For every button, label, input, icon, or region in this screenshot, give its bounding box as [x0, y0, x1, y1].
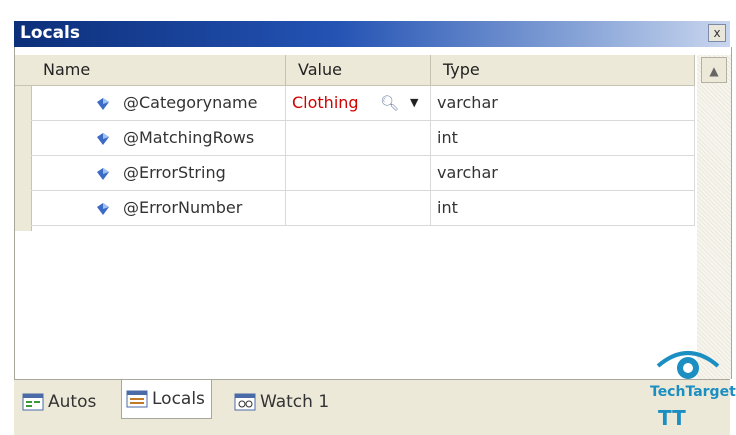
autos-window-icon [22, 393, 44, 411]
eye-logo-icon [656, 351, 720, 379]
tab-autos[interactable]: Autos [22, 386, 96, 418]
table-row[interactable]: @Categoryname Clothing 🔍︎ ▼ varchar [31, 86, 695, 121]
title-bar[interactable]: Locals x [14, 21, 730, 47]
cell-type: int [431, 121, 695, 155]
cell-type: varchar [431, 156, 695, 190]
watermark-brand: TechTarget [650, 384, 736, 400]
techtarget-watermark-logo: TechTarget TT [650, 344, 736, 434]
window-title: Locals [20, 23, 81, 43]
cell-value[interactable] [286, 191, 431, 225]
cell-name: @ErrorString [31, 156, 286, 190]
local-variable-icon [97, 203, 109, 215]
local-variable-icon [97, 168, 109, 180]
column-header-value[interactable]: Value [286, 55, 431, 85]
dropdown-arrow-icon[interactable]: ▼ [410, 86, 418, 120]
cell-value[interactable] [286, 121, 431, 155]
tab-watch-1[interactable]: Watch 1 [234, 386, 329, 418]
scroll-up-arrow-icon[interactable]: ▲ [701, 57, 727, 83]
local-variable-icon [97, 133, 109, 145]
locals-grid-panel: Name Value Type @Categoryname Clothing 🔍… [14, 47, 732, 379]
tool-window-tabs: Autos Locals Watch 1 [14, 379, 730, 435]
magnifier-visualizer-icon[interactable]: 🔍︎ [380, 86, 399, 120]
cell-type: varchar [431, 86, 695, 120]
table-row[interactable]: @ErrorString varchar [31, 156, 695, 191]
locals-window-icon [126, 390, 148, 408]
table-row[interactable]: @MatchingRows int [31, 121, 695, 156]
vertical-scrollbar[interactable]: ▲ [697, 55, 731, 379]
cell-name: @MatchingRows [31, 121, 286, 155]
cell-type: int [431, 191, 695, 225]
cell-value[interactable] [286, 156, 431, 190]
close-button[interactable]: x [708, 24, 726, 42]
watermark-mark: TT [658, 406, 686, 430]
watch-window-icon [234, 393, 256, 411]
cell-name: @Categoryname [31, 86, 286, 120]
locals-window: Locals x Name Value Type @Categoryname C… [0, 0, 736, 435]
column-header-type[interactable]: Type [431, 55, 695, 85]
tab-locals[interactable]: Locals [121, 380, 212, 419]
cell-name: @ErrorNumber [31, 191, 286, 225]
grid-header: Name Value Type [15, 55, 695, 86]
column-header-name[interactable]: Name [31, 55, 286, 85]
local-variable-icon [97, 98, 109, 110]
table-row[interactable]: @ErrorNumber int [31, 191, 695, 226]
cell-value[interactable]: Clothing 🔍︎ ▼ [286, 86, 431, 120]
